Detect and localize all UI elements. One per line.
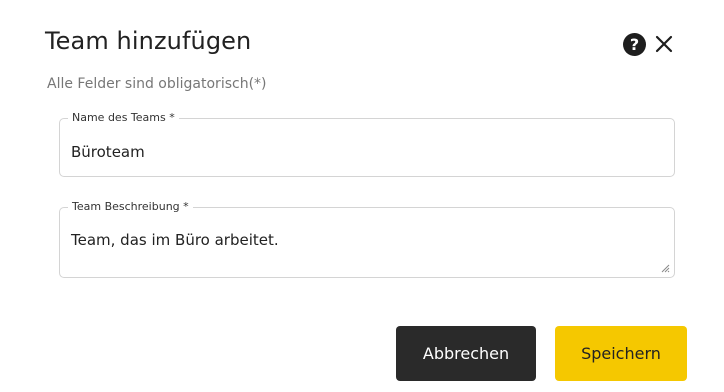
required-fields-hint: Alle Felder sind obligatorisch(*)	[47, 76, 267, 92]
team-description-label: Team Beschreibung *	[68, 200, 193, 214]
team-name-label: Name des Teams *	[68, 111, 179, 125]
save-button[interactable]: Speichern	[555, 326, 687, 381]
team-name-field[interactable]: Name des Teams * Büroteam	[59, 111, 675, 177]
cancel-button[interactable]: Abbrechen	[396, 326, 536, 381]
close-icon[interactable]	[652, 32, 676, 56]
resize-grip-icon[interactable]	[660, 263, 670, 273]
add-team-dialog: Team hinzufügen ? Alle Felder sind oblig…	[0, 0, 724, 392]
dialog-title: Team hinzufügen	[45, 27, 252, 55]
team-description-field[interactable]: Team Beschreibung * Team, das im Büro ar…	[59, 200, 675, 278]
team-description-textarea[interactable]: Team, das im Büro arbeitet.	[71, 231, 279, 249]
help-icon[interactable]: ?	[623, 33, 646, 56]
team-name-input[interactable]: Büroteam	[71, 143, 145, 161]
